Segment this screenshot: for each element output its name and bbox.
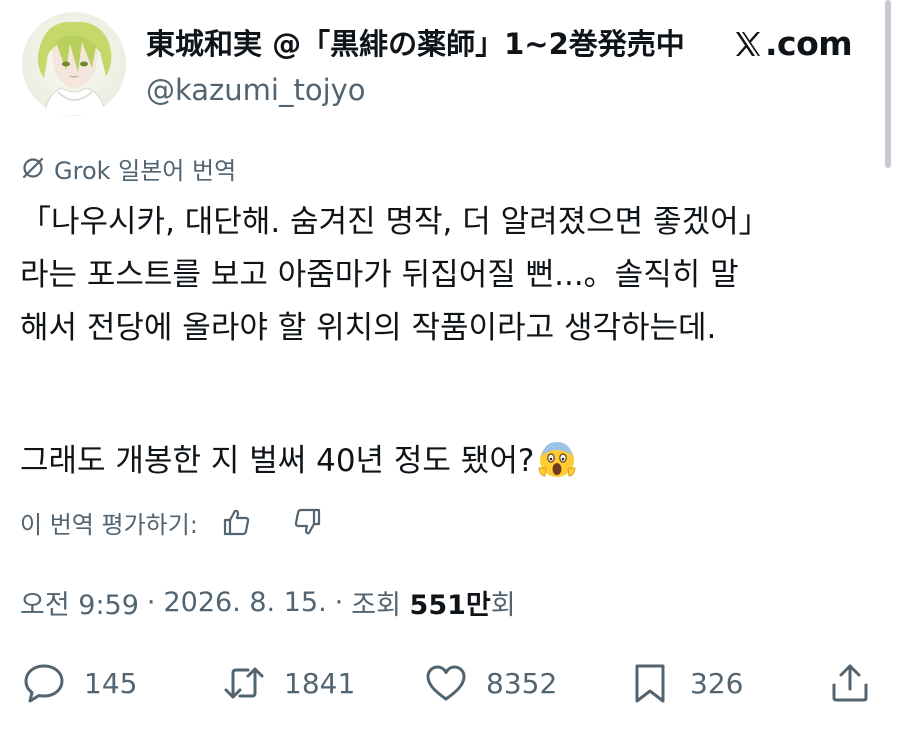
reply-count: 145 (84, 666, 138, 700)
author-display-name[interactable]: 東城和実 @「黒緋の薬師」1~2巻発売中 (146, 22, 702, 66)
bookmark-button[interactable]: 326 (628, 658, 743, 708)
tweet-text: 「나우시카, 대단해. 숨겨진 명작, 더 알려졌으면 좋겠어」 라는 포스트를… (20, 196, 880, 488)
views-label: 조회 (351, 589, 401, 621)
tweet-line-last: 그래도 개봉한 지 벌써 40년 정도 됐어? (20, 435, 880, 488)
views-count: 551만 (409, 589, 491, 621)
translation-label: Grok 일본어 번역 (20, 148, 236, 188)
share-button[interactable] (828, 658, 872, 708)
meta-separator: · (334, 586, 344, 618)
repost-count: 1841 (284, 666, 356, 700)
x-logo-icon (736, 32, 760, 56)
face-screaming-icon (538, 442, 576, 477)
rate-translation-label: 이 번역 평가하기: (20, 510, 198, 539)
reply-button[interactable]: 145 (22, 658, 137, 708)
tweet-time[interactable]: 오전 9:59 (20, 583, 139, 622)
avatar[interactable] (22, 12, 126, 116)
tweet-date[interactable]: 2026. 8. 15. (164, 587, 327, 618)
bookmark-icon (635, 664, 665, 703)
tweet-line: 라는 포스트를 보고 아줌마가 뒤집어질 뻔...。솔직히 말 (20, 257, 739, 293)
thumbs-up-icon[interactable] (220, 506, 252, 538)
heart-icon (426, 665, 466, 701)
author-handle[interactable]: @kazumi_tojyo (146, 70, 366, 110)
repost-icon (224, 667, 264, 699)
avatar-image (22, 12, 126, 116)
action-bar: 145 1841 8352 326 (0, 658, 900, 708)
share-icon (832, 664, 868, 702)
like-button[interactable]: 8352 (424, 658, 557, 708)
site-brand: .com (733, 22, 853, 66)
rate-translation: 이 번역 평가하기: (20, 500, 324, 544)
scrollbar-thumb[interactable] (885, 0, 891, 168)
meta-separator: · (146, 586, 156, 618)
like-count: 8352 (486, 666, 558, 700)
grok-icon (22, 157, 44, 179)
tweet-line: 해서 전당에 올라야 할 위치의 작품이라고 생각하는데. (20, 310, 717, 346)
brand-domain: .com (765, 24, 853, 63)
reply-icon (24, 664, 64, 703)
bookmark-count: 326 (690, 666, 744, 700)
tweet-line: 그래도 개봉한 지 벌써 40년 정도 됐어? (20, 443, 535, 479)
thumbs-down-icon[interactable] (292, 506, 324, 538)
tweet-meta: 오전 9:59 · 2026. 8. 15. · 조회 551만 회 (20, 580, 516, 624)
views-unit: 회 (490, 589, 516, 621)
tweet-line: 「나우시카, 대단해. 숨겨진 명작, 더 알려졌으면 좋겠어」 (20, 204, 770, 240)
repost-button[interactable]: 1841 (222, 658, 355, 708)
translation-text: Grok 일본어 번역 (54, 156, 237, 185)
